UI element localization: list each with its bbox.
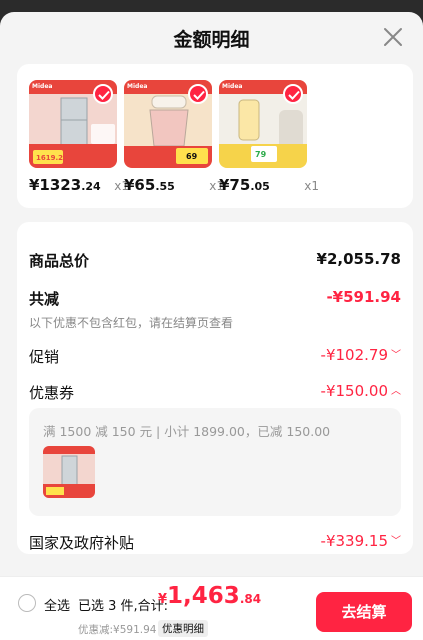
coupon-value: -¥150.00 ︿ <box>320 382 401 400</box>
product-thumbnail-fridge: Midea 1619.2 <box>29 80 117 168</box>
product-item[interactable]: Midea 69 ¥65.55 x1 <box>124 80 224 196</box>
brand-logo: Midea <box>222 83 243 90</box>
total-amount: ¥1,463.84 <box>158 583 262 609</box>
subsidy-label: 国家及政府补贴 <box>29 534 135 552</box>
coupon-product-thumbnail <box>43 446 95 498</box>
promo-value: -¥102.79 ﹀ <box>320 346 401 364</box>
coupon-detail-text: 满 1500 减 150 元 | 小计 1899.00，已减 150.00 <box>43 424 331 439</box>
select-all-radio[interactable] <box>18 594 36 612</box>
product-tag: 69 <box>186 152 198 161</box>
product-price: ¥75.05 <box>219 176 270 194</box>
product-thumbnail-blender: Midea 79 <box>219 80 307 168</box>
product-price: ¥1323.24 <box>29 176 101 194</box>
product-qty: x1 <box>304 179 319 193</box>
subsidy-value: -¥339.15 ﹀ <box>320 532 401 550</box>
coupon-detail-box: 满 1500 减 150 元 | 小计 1899.00，已减 150.00 <box>29 408 401 516</box>
checkout-bar: 全选 已选 3 件,合计: ¥1,463.84 优惠减:¥591.94 优惠明细… <box>0 576 423 640</box>
product-list-card: Midea 1619.2 ¥1323.24 x1 Midea 69 ¥65.55… <box>17 64 413 208</box>
brand-logo: Midea <box>32 83 53 90</box>
sheet-title: 金额明细 <box>173 29 250 51</box>
chevron-up-icon: ︿ <box>391 386 401 397</box>
product-price: ¥65.55 <box>124 176 175 194</box>
reduce-value: -¥591.94 <box>326 288 401 306</box>
goods-total-value: ¥2,055.78 <box>316 250 401 268</box>
checkout-button[interactable]: 去结算 <box>316 592 412 632</box>
selected-count-text: 已选 3 件,合计: <box>78 599 169 614</box>
reduce-label: 共减 <box>29 290 60 308</box>
discount-detail-button[interactable]: 优惠明细 <box>158 620 208 637</box>
reduce-note: 以下优惠不包含红包，请在结算页查看 <box>29 316 234 330</box>
checked-icon <box>93 84 113 104</box>
product-tag: 1619.2 <box>36 154 64 162</box>
product-item[interactable]: Midea 79 ¥75.05 x1 <box>219 80 319 196</box>
coupon-label: 优惠券 <box>29 384 75 402</box>
price-breakdown-card: 商品总价 ¥2,055.78 共减 -¥591.94 以下优惠不包含红包，请在结… <box>17 222 413 554</box>
checked-icon <box>188 84 208 104</box>
saved-amount: 优惠减:¥591.94 <box>78 624 157 636</box>
brand-logo: Midea <box>127 83 148 90</box>
promo-label: 促销 <box>29 348 60 366</box>
amount-detail-sheet: 金额明细 Midea 1619.2 ¥1323.24 x1 Midea 69 ¥… <box>0 12 423 640</box>
checked-icon <box>283 84 303 104</box>
product-tag: 79 <box>255 150 267 159</box>
goods-total-label: 商品总价 <box>29 252 90 270</box>
product-thumbnail-chopper: Midea 69 <box>124 80 212 168</box>
product-item[interactable]: Midea 1619.2 ¥1323.24 x1 <box>29 80 129 196</box>
close-icon[interactable] <box>381 25 405 49</box>
chevron-down-icon: ﹀ <box>391 536 401 547</box>
chevron-down-icon: ﹀ <box>391 350 401 361</box>
select-all-label[interactable]: 全选 <box>44 595 70 614</box>
